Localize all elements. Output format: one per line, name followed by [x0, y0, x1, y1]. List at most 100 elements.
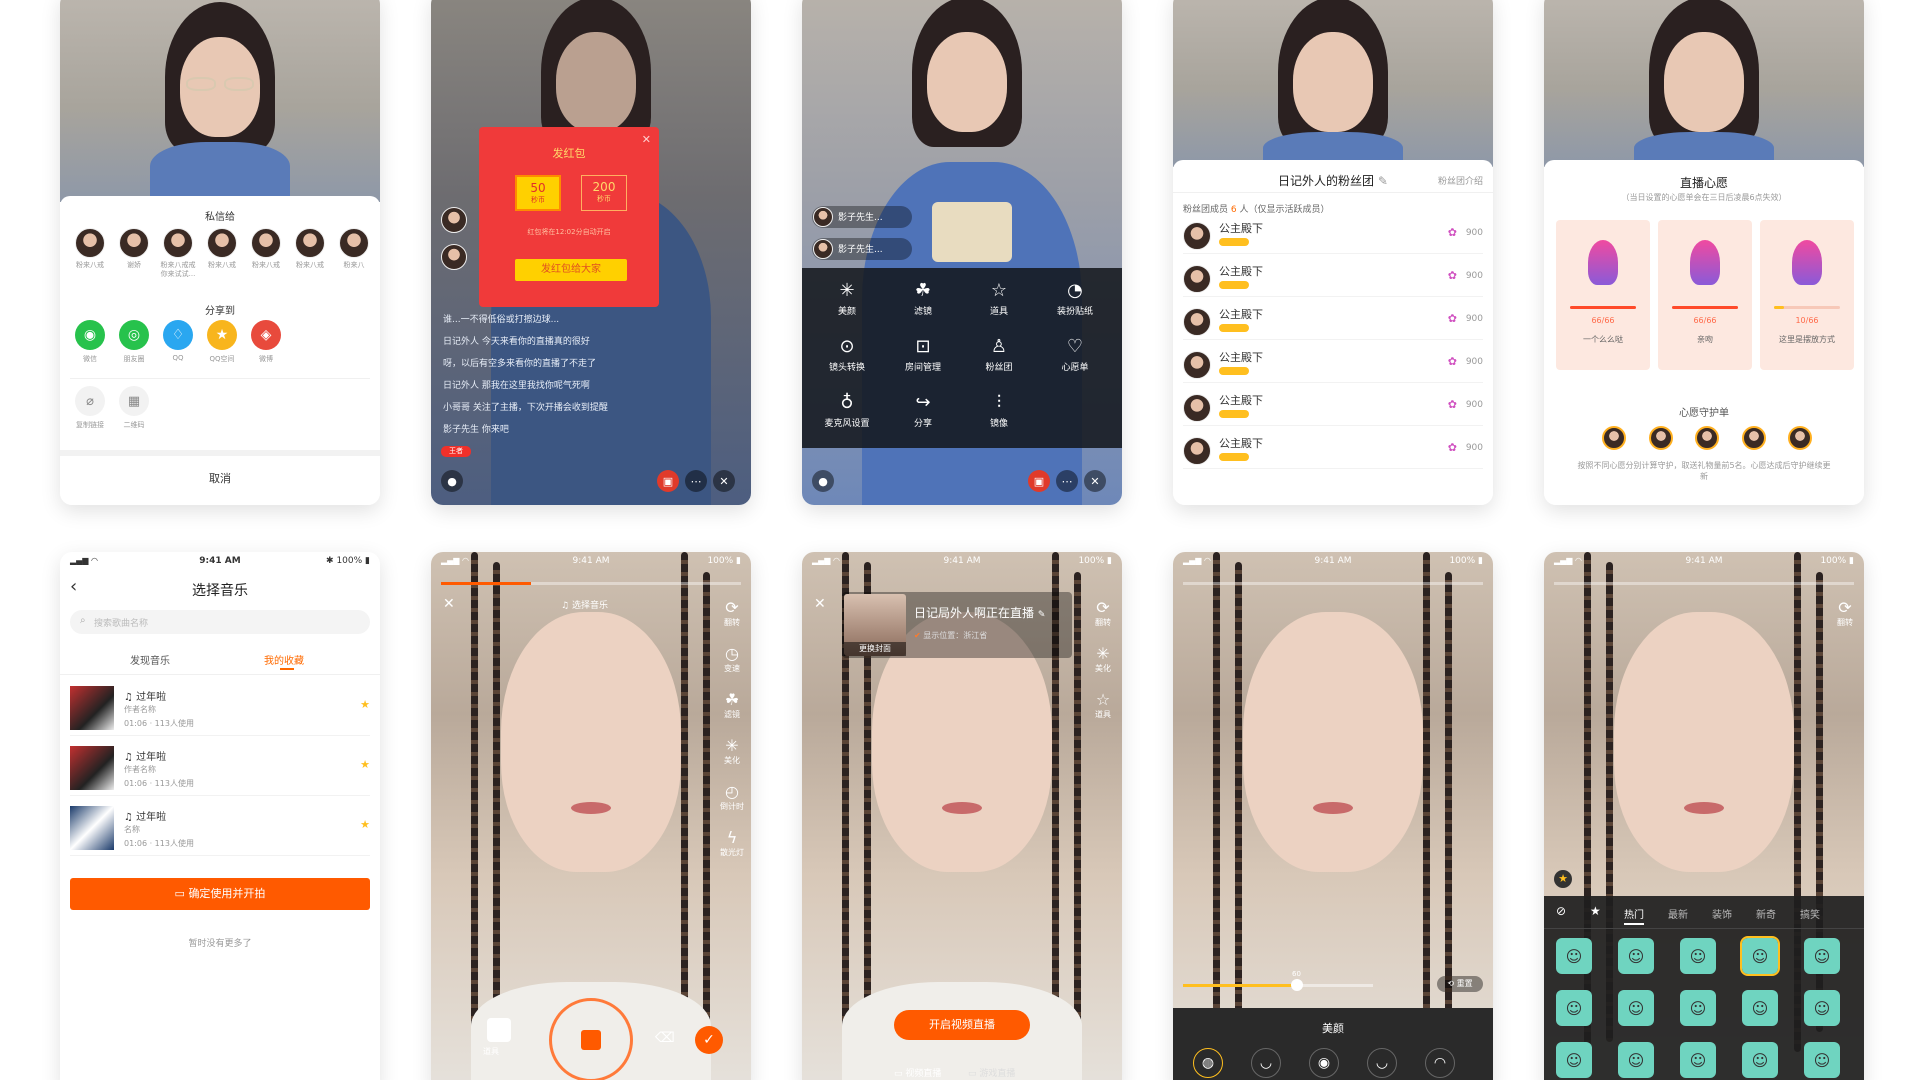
share-target[interactable]: ◉ 微信 [70, 320, 110, 364]
avatar[interactable] [1788, 426, 1812, 450]
sticker-tab[interactable]: 热门 [1624, 906, 1644, 925]
side-tool[interactable]: ✳ 美化 [719, 736, 745, 766]
contact-item[interactable]: 粉来八戒 [70, 228, 110, 279]
search-field[interactable]: ⌕ 搜索歌曲名称 [70, 610, 370, 634]
menu-item[interactable]: ☆ 道具 [964, 280, 1034, 317]
contact-item[interactable]: 粉来八 [334, 228, 374, 279]
favorite-star-icon[interactable]: ★ [360, 758, 370, 771]
sticker-tab[interactable]: 搞笑 [1800, 906, 1820, 921]
sticker-item[interactable]: ☺ [1740, 936, 1780, 976]
contact-item[interactable]: 谢娇 [114, 228, 154, 279]
sticker-item[interactable]: ☺ [1680, 938, 1716, 974]
tool-item[interactable]: ▦ 二维码 [114, 386, 154, 430]
confirm-button[interactable]: ▭ 确定使用并开拍 [70, 878, 370, 910]
close-icon[interactable]: ✕ [713, 470, 735, 492]
close-icon[interactable]: ✕ [1084, 470, 1106, 492]
wish-card[interactable]: 10/66 这里是摆放方式 [1760, 220, 1854, 370]
gift-icon[interactable]: ▣ [657, 470, 679, 492]
share-target[interactable]: ♢ QQ [158, 320, 198, 362]
contact-item[interactable]: 粉来八戒 [202, 228, 242, 279]
send-packet-button[interactable]: 发红包给大家 [515, 259, 627, 281]
amount-option-50[interactable]: 50 秒币 [515, 175, 561, 211]
record-button[interactable] [549, 998, 633, 1080]
chat-icon[interactable]: ● [441, 470, 463, 492]
menu-item[interactable]: ↪ 分享 [888, 392, 958, 429]
favorites-icon[interactable]: ★ [1590, 904, 1601, 918]
side-tool[interactable]: ✳ 美化 [1090, 644, 1116, 674]
delete-segment-icon[interactable]: ⌫ [655, 1030, 675, 1046]
beauty-option-icon[interactable]: ◡ [1251, 1048, 1281, 1078]
song-row[interactable]: ♫ 过年啦 作者名称 01:06 · 113人使用 ★ [70, 680, 370, 736]
side-tool[interactable]: ◴ 倒计时 [719, 782, 745, 812]
reset-button[interactable]: ⟲ 重置 [1437, 976, 1483, 992]
favorite-sticker-icon[interactable]: ★ [1554, 870, 1572, 888]
sticker-tab[interactable]: 装饰 [1712, 906, 1732, 921]
avatar[interactable] [1695, 426, 1719, 450]
sticker-item[interactable]: ☺ [1618, 938, 1654, 974]
contact-item[interactable]: 粉来八戒戒你来试试... [158, 228, 198, 279]
fan-row[interactable]: 公主殿下 ✿ 900 [1183, 388, 1483, 426]
gift-icon[interactable]: ▣ [1028, 470, 1050, 492]
menu-item[interactable]: ♡ 心愿单 [1040, 336, 1110, 373]
menu-item[interactable]: ♁ 麦克风设置 [812, 392, 882, 429]
wish-card[interactable]: 66/66 一个么么哒 [1556, 220, 1650, 370]
viewer-comment[interactable]: 影子先生... [812, 206, 912, 228]
tab-favorites[interactable]: 我的收藏 [264, 652, 304, 667]
song-row[interactable]: ♫ 过年啦 名称 01:06 · 113人使用 ★ [70, 800, 370, 856]
contact-item[interactable]: 粉来八戒 [290, 228, 330, 279]
side-tool[interactable]: ⟳ 翻转 [719, 598, 745, 628]
more-icon[interactable]: ⋯ [1056, 470, 1078, 492]
sticker-item[interactable]: ☺ [1556, 990, 1592, 1026]
side-tool[interactable]: ⟳ 翻转 [1832, 598, 1858, 628]
contact-item[interactable]: 粉来八戒 [246, 228, 286, 279]
share-target[interactable]: ◎ 朋友圈 [114, 320, 154, 364]
sticker-item[interactable]: ☺ [1556, 938, 1592, 974]
viewer-comment[interactable]: 影子先生... [812, 238, 912, 260]
fan-row[interactable]: 公主殿下 ✿ 900 [1183, 302, 1483, 340]
menu-item[interactable]: ✳ 美颜 [812, 280, 882, 317]
avatar[interactable] [441, 244, 467, 270]
sticker-tab[interactable]: 新奇 [1756, 906, 1776, 921]
tab-discover[interactable]: 发现音乐 [130, 652, 170, 667]
sticker-item[interactable]: ☺ [1742, 1042, 1778, 1078]
room-title[interactable]: 日记局外人啊正在直播 ✎ [914, 604, 1045, 621]
beauty-option-icon[interactable]: ◉ [1309, 1048, 1339, 1078]
fan-row[interactable]: 公主殿下 ✿ 900 [1183, 345, 1483, 383]
sticker-tab[interactable]: 最新 [1668, 906, 1688, 921]
amount-option-200[interactable]: 200 秒币 [581, 175, 627, 211]
beauty-option-icon[interactable]: ◍ [1193, 1048, 1223, 1078]
favorite-star-icon[interactable]: ★ [360, 698, 370, 711]
props-icon[interactable] [487, 1018, 511, 1042]
location-toggle[interactable]: ✔ 显示位置：浙江省 [914, 630, 987, 641]
avatar[interactable] [1602, 426, 1626, 450]
close-icon[interactable]: ✕ [443, 596, 455, 612]
tab-game-live[interactable]: ▭ 游戏直播 [968, 1066, 1015, 1079]
beauty-option-icon[interactable]: ◠ [1425, 1048, 1455, 1078]
side-tool[interactable]: ϟ 散光灯 [719, 828, 745, 858]
cover-image[interactable]: 更换封面 [844, 594, 906, 656]
avatar[interactable] [1741, 426, 1766, 450]
tab-video-live[interactable]: ▭ 视频直播 [894, 1066, 941, 1079]
side-tool[interactable]: ⟳ 翻转 [1090, 598, 1116, 628]
side-tool[interactable]: ☆ 道具 [1090, 690, 1116, 720]
confirm-icon[interactable]: ✓ [695, 1026, 723, 1054]
fan-row[interactable]: 公主殿下 ✿ 900 [1183, 431, 1483, 469]
beauty-option-icon[interactable]: ◡ [1367, 1048, 1397, 1078]
sticker-item[interactable]: ☺ [1804, 938, 1840, 974]
menu-item[interactable]: ♙ 粉丝团 [964, 336, 1034, 373]
menu-item[interactable]: ☘ 滤镜 [888, 280, 958, 317]
sticker-item[interactable]: ☺ [1618, 990, 1654, 1026]
tool-item[interactable]: ⌀ 复制链接 [70, 386, 110, 430]
share-target[interactable]: ◈ 微博 [246, 320, 286, 364]
share-target[interactable]: ★ QQ空间 [202, 320, 242, 364]
side-tool[interactable]: ◷ 变速 [719, 644, 745, 674]
start-live-button[interactable]: 开启视频直播 [894, 1010, 1030, 1040]
fan-row[interactable]: 公主殿下 ✿ 900 [1183, 259, 1483, 297]
no-sticker-icon[interactable]: ⊘ [1556, 904, 1566, 918]
sticker-item[interactable]: ☺ [1680, 990, 1716, 1026]
sticker-item[interactable]: ☺ [1804, 1042, 1840, 1078]
sticker-item[interactable]: ☺ [1556, 1042, 1592, 1078]
wish-card[interactable]: 66/66 亲吻 [1658, 220, 1752, 370]
menu-item[interactable]: ◔ 装扮贴纸 [1040, 280, 1110, 317]
sticker-item[interactable]: ☺ [1618, 1042, 1654, 1078]
